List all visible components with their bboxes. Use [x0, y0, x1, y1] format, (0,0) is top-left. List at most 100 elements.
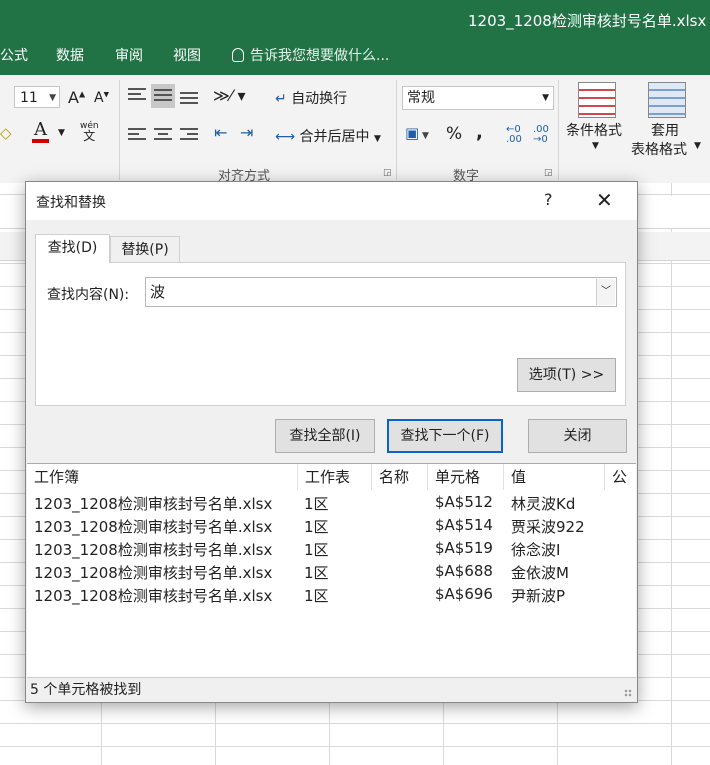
result-workbook: 1203_1208检测审核封号名单.xlsx	[34, 587, 273, 605]
column-header-value[interactable]: 值	[504, 464, 605, 490]
table-row[interactable]: 1203_1208检测审核封号名单.xlsx 1区 $A$519 徐念波I	[27, 537, 636, 560]
options-button[interactable]: 选项(T) >>	[517, 358, 616, 392]
help-button[interactable]: ?	[544, 190, 553, 209]
conditional-format-button[interactable]: 条件格式	[566, 120, 622, 140]
merge-center-label: 合并后居中	[299, 129, 370, 145]
chevron-down-icon[interactable]: ▼	[592, 141, 599, 151]
result-workbook: 1203_1208检测审核封号名单.xlsx	[34, 495, 273, 513]
wrap-text-label: 自动换行	[291, 91, 348, 107]
status-bar: 5 个单元格被找到	[27, 677, 636, 701]
chevron-down-icon: ▼	[542, 93, 549, 103]
column-header-formula[interactable]: 公	[605, 464, 636, 490]
result-cell: $A$696	[435, 585, 493, 603]
align-center-icon[interactable]	[154, 128, 172, 142]
result-workbook: 1203_1208检测审核封号名单.xlsx	[34, 541, 273, 559]
column-header-sheet[interactable]: 工作表	[298, 464, 372, 490]
close-button[interactable]: 关闭	[528, 419, 627, 453]
result-value: 尹新波P	[511, 587, 566, 605]
tab-find[interactable]: 查找(D)	[35, 234, 110, 263]
lightbulb-icon	[232, 48, 244, 62]
table-row[interactable]: 1203_1208检测审核封号名单.xlsx 1区 $A$696 尹新波P	[27, 583, 636, 606]
dialog-launcher-icon[interactable]: ◲	[383, 168, 392, 178]
find-what-value: 波	[150, 283, 166, 301]
tell-me-text: 告诉我您想要做什么...	[250, 48, 390, 64]
result-cell: $A$514	[435, 516, 493, 534]
resize-grip-icon[interactable]	[624, 689, 632, 697]
chevron-down-icon: ▼	[373, 134, 381, 144]
tab-review[interactable]: 审阅	[115, 45, 143, 65]
accounting-format-icon[interactable]: ▣ ▼	[405, 124, 429, 142]
table-row[interactable]: 1203_1208检测审核封号名单.xlsx 1区 $A$514 贾采波922	[27, 514, 636, 537]
result-sheet: 1区	[304, 495, 329, 513]
find-replace-dialog: 查找和替换 ? ✕ 查找(D) 替换(P) 查找内容(N): 波 ﹀ 选项(T)…	[25, 181, 638, 703]
result-value: 林灵波Kd	[511, 495, 576, 513]
font-color-icon[interactable]: A	[32, 121, 49, 143]
increase-font-icon[interactable]: A▲	[68, 88, 85, 107]
column-header-workbook[interactable]: 工作簿	[27, 464, 298, 490]
result-value: 金依波M	[511, 564, 569, 582]
result-sheet: 1区	[304, 518, 329, 536]
tab-replace[interactable]: 替换(P)	[110, 236, 180, 262]
window-title: 1203_1208检测审核封号名单.xlsx -	[468, 12, 710, 30]
conditional-format-icon	[578, 82, 616, 118]
find-what-input[interactable]: 波 ﹀	[145, 277, 617, 307]
wrap-text-button[interactable]: ↵ 自动换行	[275, 88, 347, 108]
chevron-down-icon[interactable]: ▼	[694, 141, 701, 151]
comma-button[interactable]: ,	[476, 122, 483, 143]
orientation-icon[interactable]: ≫⁄ ▾	[213, 86, 246, 105]
align-bottom-icon[interactable]	[180, 92, 198, 106]
merge-center-button[interactable]: ⟷ 合并后居中 ▼	[275, 126, 381, 146]
table-row[interactable]: 1203_1208检测审核封号名单.xlsx 1区 $A$512 林灵波Kd	[27, 491, 636, 514]
chevron-down-icon[interactable]: ﹀	[596, 279, 615, 305]
result-cell: $A$512	[435, 493, 493, 511]
chevron-down-icon: ▼	[49, 93, 56, 103]
increase-decimal-icon[interactable]: ←0.00	[506, 125, 522, 145]
font-size-value: 11	[20, 90, 38, 106]
group-divider	[396, 80, 397, 180]
result-cell: $A$688	[435, 562, 493, 580]
tab-data[interactable]: 数据	[56, 45, 84, 65]
chevron-down-icon[interactable]: ▼	[58, 128, 65, 138]
dialog-launcher-icon[interactable]: ◲	[544, 168, 553, 178]
table-format-label-1[interactable]: 套用	[651, 120, 679, 140]
tab-formulas[interactable]: 公式	[0, 45, 28, 65]
fill-color-icon[interactable]: ◇	[0, 124, 12, 142]
results-list[interactable]: 工作簿 工作表 名称 单元格 值 公 1203_1208检测审核封号名单.xls…	[27, 463, 636, 678]
decrease-font-icon[interactable]: A▼	[94, 90, 109, 106]
phonetic-icon[interactable]: wén 文	[80, 121, 99, 143]
group-divider	[558, 80, 559, 180]
decrease-indent-icon[interactable]: ⇤	[214, 123, 227, 142]
find-panel: 查找内容(N): 波 ﹀ 选项(T) >>	[35, 262, 626, 406]
result-value: 徐念波I	[511, 541, 561, 559]
close-icon[interactable]: ✕	[596, 188, 613, 212]
result-value: 贾采波922	[511, 518, 585, 536]
result-sheet: 1区	[304, 541, 329, 559]
dialog-titlebar[interactable]: 查找和替换 ? ✕	[26, 182, 637, 220]
result-sheet: 1区	[304, 564, 329, 582]
decrease-decimal-icon[interactable]: .00 →0	[533, 125, 549, 145]
result-workbook: 1203_1208检测审核封号名单.xlsx	[34, 518, 273, 536]
align-right-icon[interactable]	[180, 128, 198, 142]
tab-view[interactable]: 视图	[173, 45, 201, 65]
column-header-cell[interactable]: 单元格	[428, 464, 504, 490]
find-all-button[interactable]: 查找全部(I)	[275, 419, 375, 453]
result-sheet: 1区	[304, 587, 329, 605]
increase-indent-icon[interactable]: ⇥	[240, 123, 253, 142]
dialog-title: 查找和替换	[36, 195, 106, 211]
percent-button[interactable]: %	[446, 124, 462, 144]
find-what-label: 查找内容(N):	[47, 287, 130, 303]
align-middle-icon[interactable]	[151, 84, 175, 108]
number-format-select[interactable]: 常规 ▼	[402, 86, 554, 110]
table-format-label-2[interactable]: 表格格式	[631, 139, 687, 159]
phonetic-char: 文	[83, 129, 96, 143]
tell-me-search[interactable]: 告诉我您想要做什么...	[232, 45, 389, 65]
result-cell: $A$519	[435, 539, 493, 557]
find-next-button[interactable]: 查找下一个(F)	[387, 419, 503, 453]
align-top-icon[interactable]	[128, 88, 146, 102]
table-format-icon	[648, 82, 686, 118]
table-row[interactable]: 1203_1208检测审核封号名单.xlsx 1区 $A$688 金依波M	[27, 560, 636, 583]
font-size-select[interactable]: 11 ▼	[14, 86, 60, 108]
wrap-text-icon: ↵	[275, 91, 287, 107]
align-left-icon[interactable]	[128, 128, 146, 142]
column-header-name[interactable]: 名称	[372, 464, 428, 490]
